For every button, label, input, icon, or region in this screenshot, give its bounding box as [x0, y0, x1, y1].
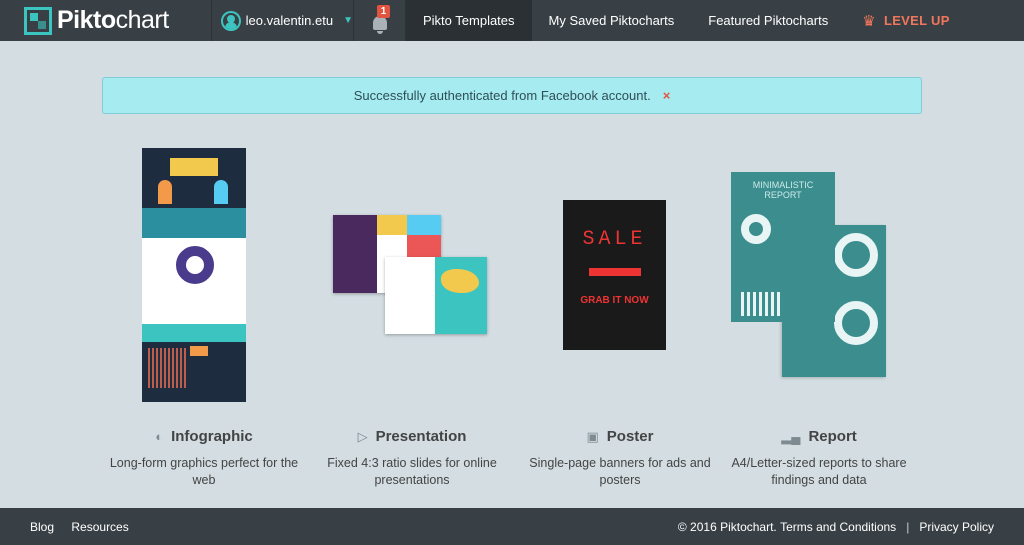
- level-up-label: LEVEL UP: [883, 13, 950, 28]
- poster-grab-text: GRAB IT NOW: [580, 295, 649, 306]
- pie-chart-icon: ◐: [155, 429, 164, 444]
- user-menu[interactable]: leo.valentin.etu ▼: [212, 0, 354, 41]
- nav-my-saved-piktocharts[interactable]: My Saved Piktocharts: [532, 0, 692, 41]
- image-icon: ▣: [586, 428, 599, 444]
- bar-chart-icon: ▂▄: [781, 428, 801, 444]
- template-card-infographic[interactable]: ◐ Infographic Long-form graphics perfect…: [94, 140, 314, 489]
- notification-badge: 1: [377, 5, 390, 18]
- report-thumb-title: MINIMALISTIC REPORT: [752, 180, 814, 200]
- play-screen-icon: ▷: [357, 428, 368, 444]
- card-title[interactable]: Report: [808, 428, 856, 445]
- template-card-report[interactable]: MINIMALISTIC REPORT ▂▄ Report A4/Letter-…: [709, 140, 929, 489]
- poster-sale-text: SALE: [582, 228, 647, 251]
- notifications-button[interactable]: 1: [354, 0, 406, 41]
- card-description: Single-page banners for ads and posters: [529, 456, 711, 487]
- footer-separator: |: [906, 519, 910, 534]
- card-title[interactable]: Presentation: [376, 428, 467, 445]
- report-thumbnail[interactable]: MINIMALISTIC REPORT: [709, 140, 929, 410]
- logo-text-rest: chart: [115, 6, 170, 34]
- chevron-down-icon: ▼: [343, 15, 353, 26]
- card-title[interactable]: Infographic: [171, 428, 253, 445]
- poster-thumbnail[interactable]: SALE GRAB IT NOW: [510, 140, 730, 410]
- copyright: © 2016 Piktochart.: [677, 519, 777, 534]
- infographic-thumbnail[interactable]: [94, 140, 314, 410]
- logo-icon: [24, 6, 52, 35]
- footer-link-terms[interactable]: Terms and Conditions: [780, 520, 896, 534]
- crown-icon: ♛: [862, 12, 876, 30]
- alert-message: Successfully authenticated from Facebook…: [353, 88, 651, 103]
- footer-link-resources[interactable]: Resources: [71, 520, 128, 534]
- success-alert: Successfully authenticated from Facebook…: [102, 77, 922, 114]
- top-navbar: Piktochart leo.valentin.etu ▼ 1 Pikto Te…: [0, 0, 1024, 41]
- card-title[interactable]: Poster: [607, 428, 654, 445]
- level-up-button[interactable]: ♛ LEVEL UP: [845, 0, 966, 41]
- close-icon[interactable]: ×: [663, 88, 671, 103]
- footer-link-privacy[interactable]: Privacy Policy: [919, 520, 994, 534]
- username: leo.valentin.etu: [245, 13, 334, 28]
- template-card-presentation[interactable]: ▷ Presentation Fixed 4:3 ratio slides fo…: [302, 140, 522, 489]
- logo-text-main: Pikto: [57, 6, 116, 34]
- avatar-icon: [221, 10, 241, 31]
- footer: Blog Resources © 2016 Piktochart. Terms …: [0, 508, 1024, 545]
- footer-link-blog[interactable]: Blog: [30, 520, 54, 534]
- nav-pikto-templates[interactable]: Pikto Templates: [406, 0, 532, 41]
- card-description: Fixed 4:3 ratio slides for online presen…: [327, 456, 497, 487]
- piktochart-logo[interactable]: Piktochart: [0, 0, 212, 41]
- nav-featured-piktocharts[interactable]: Featured Piktocharts: [691, 0, 845, 41]
- template-card-poster[interactable]: SALE GRAB IT NOW ▣ Poster Single-page ba…: [510, 140, 730, 489]
- card-description: A4/Letter-sized reports to share finding…: [731, 456, 907, 487]
- card-description: Long-form graphics perfect for the web: [109, 456, 299, 487]
- presentation-thumbnail[interactable]: [302, 140, 522, 410]
